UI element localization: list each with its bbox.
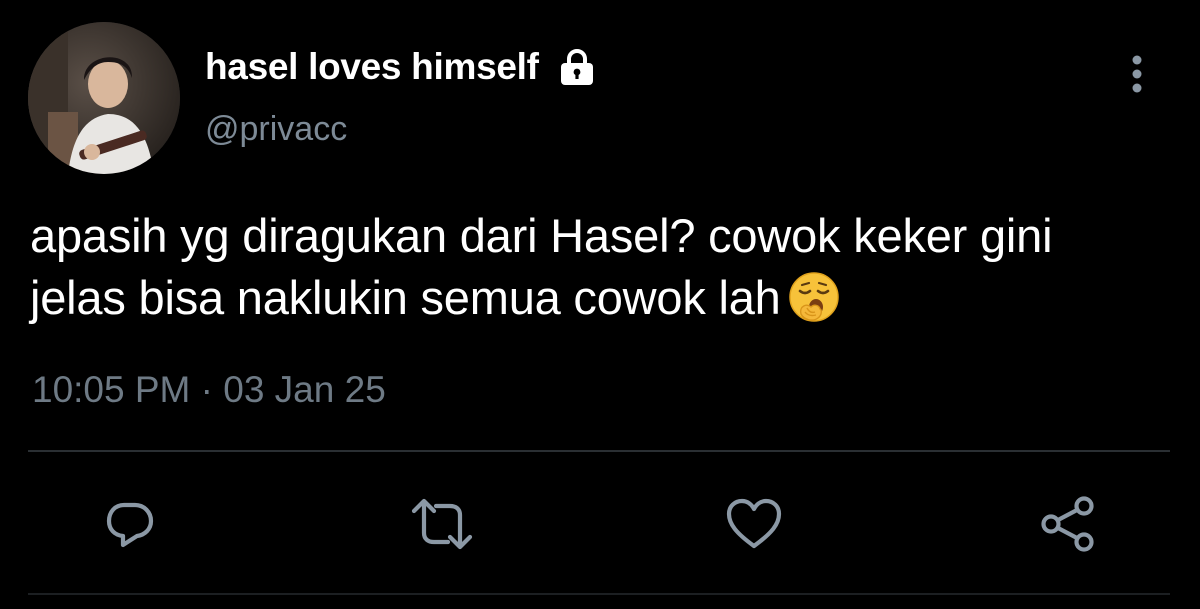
reply-icon bbox=[101, 495, 159, 553]
tweet-body: apasih yg diragukan dari Hasel? cowok ke… bbox=[30, 209, 1053, 324]
tweet-timestamp[interactable]: 10:05 PM · 03 Jan 25 bbox=[32, 369, 386, 411]
bottom-divider bbox=[28, 593, 1170, 595]
avatar[interactable] bbox=[28, 22, 180, 174]
more-vertical-icon[interactable] bbox=[1122, 52, 1152, 96]
retweet-button[interactable] bbox=[410, 492, 474, 556]
tweet-text: apasih yg diragukan dari Hasel? cowok ke… bbox=[30, 205, 1160, 329]
reply-button[interactable] bbox=[98, 492, 162, 556]
tweet-card: hasel loves himself @privacc apasih yg d… bbox=[0, 0, 1200, 609]
author-row: hasel loves himself bbox=[205, 40, 597, 94]
share-button[interactable] bbox=[1036, 492, 1100, 556]
share-icon bbox=[1038, 494, 1098, 554]
retweet-icon bbox=[410, 495, 474, 553]
like-button[interactable] bbox=[722, 492, 786, 556]
heart-icon bbox=[724, 496, 784, 552]
divider bbox=[28, 450, 1170, 452]
yawning-face-emoji bbox=[787, 270, 841, 324]
lock-icon bbox=[557, 47, 597, 87]
display-name[interactable]: hasel loves himself bbox=[205, 46, 539, 88]
user-handle[interactable]: @privacc bbox=[205, 110, 347, 149]
